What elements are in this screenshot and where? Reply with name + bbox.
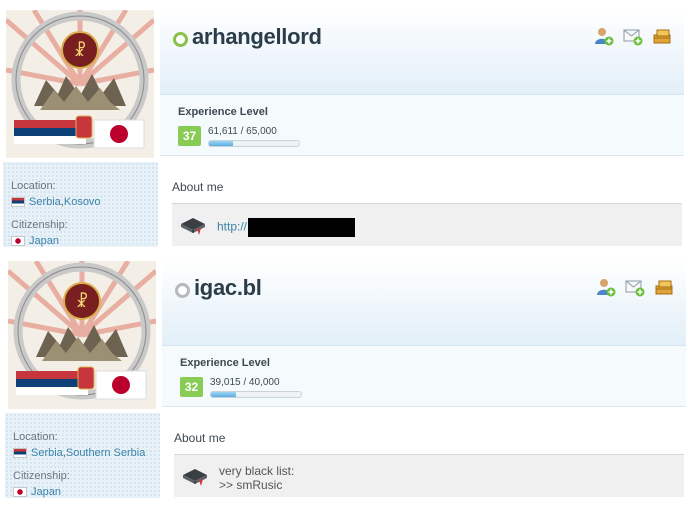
about-me-line: >> smRusic bbox=[219, 478, 283, 492]
svg-text:☧: ☧ bbox=[76, 292, 89, 311]
avatar-emblem: ☧ bbox=[6, 10, 154, 158]
avatar[interactable]: ☧ bbox=[8, 261, 156, 409]
citizenship-label: Citizenship: bbox=[11, 219, 68, 231]
location-region-link[interactable]: Southern Serbia bbox=[66, 447, 146, 459]
profile-header: igac.bl bbox=[162, 259, 686, 345]
japan-flag-icon bbox=[13, 487, 27, 497]
xp-progress-text: 39,015 / 40,000 bbox=[210, 377, 280, 388]
about-me-link[interactable]: http:// bbox=[217, 220, 247, 234]
profile-card: ☧ Location: Serbia, Southern Serbia Citi… bbox=[0, 251, 688, 502]
profile-info-panel: Location: Serbia, Kosovo Citizenship: Ja… bbox=[3, 162, 158, 247]
experience-label: Experience Level bbox=[180, 357, 270, 369]
username: arhangellord bbox=[192, 24, 322, 49]
xp-progress-bar bbox=[210, 391, 302, 398]
citizenship-link[interactable]: Japan bbox=[29, 235, 59, 247]
avatar-emblem: ☧ bbox=[8, 261, 156, 409]
serbia-flag-icon bbox=[11, 197, 25, 207]
citizenship-value: Japan bbox=[13, 486, 61, 498]
level-badge: 32 bbox=[180, 377, 203, 397]
book-icon bbox=[183, 469, 207, 486]
location-value: Serbia, Kosovo bbox=[11, 196, 101, 208]
about-me-line: very black list: bbox=[219, 464, 295, 478]
svg-text:☧: ☧ bbox=[74, 41, 87, 60]
avatar[interactable]: ☧ bbox=[6, 10, 154, 158]
about-me-heading: About me bbox=[172, 180, 224, 194]
experience-panel: Experience Level 32 39,015 / 40,000 bbox=[162, 345, 686, 407]
message-icon[interactable] bbox=[625, 277, 645, 297]
add-friend-icon[interactable] bbox=[596, 277, 616, 297]
citizenship-link[interactable]: Japan bbox=[31, 486, 61, 498]
username: igac.bl bbox=[194, 275, 262, 300]
xp-progress-fill bbox=[209, 141, 233, 146]
location-value: Serbia, Southern Serbia bbox=[13, 447, 145, 459]
experience-panel: Experience Level 37 61,611 / 65,000 bbox=[160, 94, 684, 156]
location-label: Location: bbox=[13, 431, 58, 443]
donate-icon[interactable] bbox=[652, 26, 672, 46]
donate-icon[interactable] bbox=[654, 277, 674, 297]
profile-actions bbox=[594, 26, 672, 46]
location-country-link[interactable]: Serbia bbox=[29, 196, 61, 208]
about-me-box: very black list: >> smRusic bbox=[174, 454, 684, 497]
location-label: Location: bbox=[11, 180, 56, 192]
profile-info-panel: Location: Serbia, Southern Serbia Citize… bbox=[5, 413, 160, 498]
about-me-text: http:// bbox=[217, 218, 356, 237]
redacted-block bbox=[248, 218, 356, 237]
serbia-flag-icon bbox=[13, 448, 27, 458]
location-region-link[interactable]: Kosovo bbox=[64, 196, 101, 208]
level-badge: 37 bbox=[178, 126, 201, 146]
profile-header: arhangellord bbox=[160, 8, 684, 94]
citizenship-label: Citizenship: bbox=[13, 470, 70, 482]
profile-actions bbox=[596, 277, 674, 297]
xp-progress-text: 61,611 / 65,000 bbox=[208, 126, 277, 137]
message-icon[interactable] bbox=[623, 26, 643, 46]
online-status-icon bbox=[173, 32, 188, 47]
offline-status-icon bbox=[175, 283, 190, 298]
citizenship-value: Japan bbox=[11, 235, 59, 247]
location-country-link[interactable]: Serbia bbox=[31, 447, 63, 459]
about-me-box: http:// bbox=[172, 203, 682, 246]
xp-progress-bar bbox=[208, 140, 300, 147]
xp-progress-fill bbox=[211, 392, 236, 397]
profile-card: ☧ Location: Serbia, Kosovo Citizenship: … bbox=[0, 0, 688, 251]
experience-label: Experience Level bbox=[178, 106, 268, 118]
book-icon bbox=[181, 218, 205, 235]
add-friend-icon[interactable] bbox=[594, 26, 614, 46]
japan-flag-icon bbox=[11, 236, 25, 246]
about-me-text: very black list: >> smRusic bbox=[219, 464, 294, 492]
about-me-heading: About me bbox=[174, 431, 226, 445]
